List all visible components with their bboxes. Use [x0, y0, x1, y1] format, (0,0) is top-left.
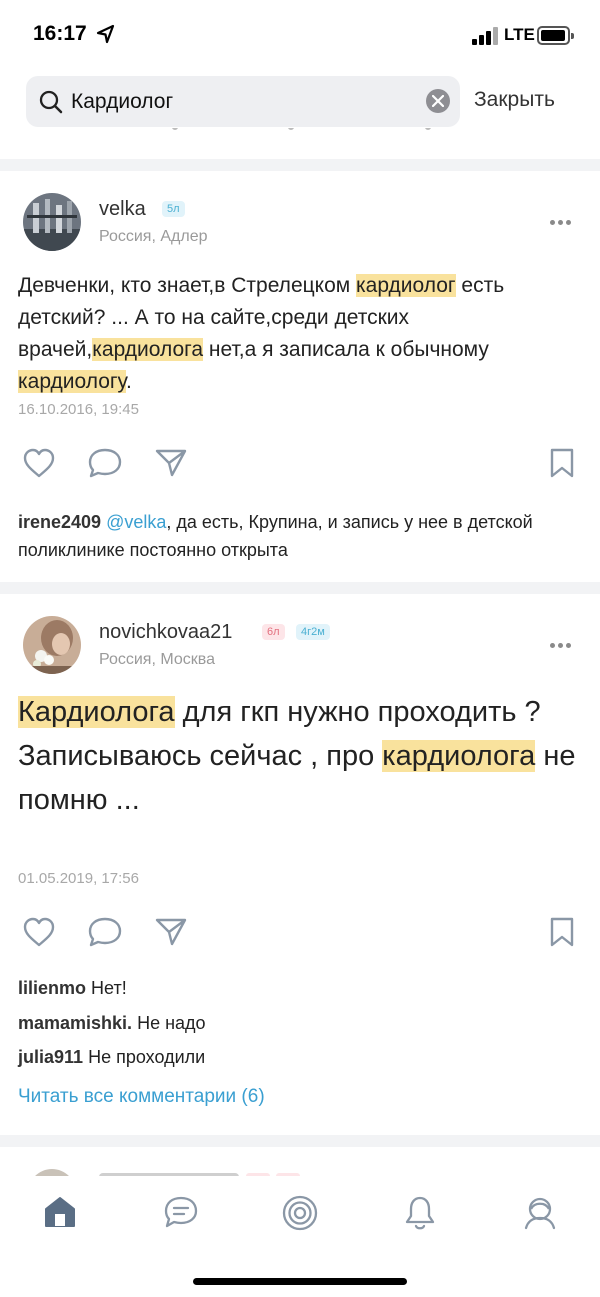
post-date: 01.05.2019, 17:56	[18, 870, 139, 887]
age-badge: 5л	[162, 201, 185, 217]
bell-icon[interactable]	[402, 1194, 438, 1232]
network-label: LTE	[504, 25, 535, 44]
comment-mention[interactable]: @velka	[106, 512, 166, 532]
post-card: novichkovaa21 6л 4г2м Россия, Москва Кар…	[0, 594, 600, 1134]
scrolled-content-edge	[0, 128, 600, 136]
post-username[interactable]: velka	[99, 198, 146, 221]
post-text-line: Записываюсь сейчас , про кардиолога не п…	[18, 734, 588, 822]
comment-author[interactable]: mamamishki.	[18, 1013, 132, 1033]
search-icon	[39, 90, 63, 114]
search-highlight: кардиолога	[382, 740, 536, 772]
post-text: Девченки, кто знает,в Стрелецком кардиол…	[18, 270, 588, 398]
home-indicator	[193, 1278, 407, 1285]
avatar[interactable]	[23, 616, 81, 674]
like-icon[interactable]	[22, 447, 56, 479]
post-card: velka 5л Россия, Адлер Девченки, кто зна…	[0, 171, 600, 581]
post-text-line: Кардиолога для гкп нужно проходить ?	[18, 690, 588, 734]
comment-text: Не проходили	[88, 1047, 206, 1067]
comment-text: Нет!	[91, 978, 127, 998]
comment-icon[interactable]	[87, 916, 123, 948]
comment-author[interactable]: irene2409	[18, 512, 101, 532]
tab-bar	[0, 1176, 600, 1297]
comment-author[interactable]: julia911	[18, 1047, 83, 1067]
search-highlight: кардиолога	[92, 338, 204, 361]
profile-icon[interactable]	[521, 1194, 559, 1232]
post-text-part: Девченки, кто знает,в Стрелецком	[18, 274, 357, 297]
comment: lilienmo Нет!	[18, 978, 127, 999]
separator	[0, 582, 600, 594]
location-arrow-icon	[96, 24, 115, 44]
comment: irene2409 @velka, да есть, Крупина, и за…	[18, 508, 588, 564]
share-icon[interactable]	[154, 916, 188, 948]
close-search-button[interactable]: Закрыть	[474, 88, 555, 112]
read-all-comments-link[interactable]: Читать все комментарии (6)	[18, 1086, 265, 1108]
bookmark-icon[interactable]	[548, 447, 576, 479]
signal-icon	[472, 27, 498, 45]
status-time: 16:17	[33, 22, 87, 45]
post-location: Россия, Адлер	[99, 228, 208, 245]
separator	[0, 159, 600, 171]
search-input[interactable]: Кардиолог	[26, 76, 460, 127]
share-icon[interactable]	[154, 447, 188, 479]
comment-text: Не надо	[137, 1013, 206, 1033]
post-date: 16.10.2016, 19:45	[18, 401, 139, 418]
clear-search-icon[interactable]	[426, 89, 450, 113]
battery-icon	[537, 26, 574, 45]
search-highlight: кардиолог	[356, 274, 456, 297]
separator	[0, 1135, 600, 1147]
search-highlight: кардиологу	[18, 370, 126, 393]
age-badge: 6л	[262, 624, 285, 640]
post-text-part: .	[125, 370, 132, 393]
post-username[interactable]: novichkovaa21	[99, 621, 232, 644]
next-post-peek	[0, 1147, 600, 1176]
status-bar: 16:17 LTE	[0, 0, 600, 70]
avatar[interactable]	[23, 193, 81, 251]
search-highlight: Кардиолога	[18, 696, 175, 728]
post-text: Кардиолога для гкп нужно проходить ? Запи…	[18, 690, 588, 822]
bookmark-icon[interactable]	[548, 916, 576, 948]
post-text-part: для гкп нужно проходить ?	[174, 696, 541, 728]
comment-author[interactable]: lilienmo	[18, 978, 86, 998]
target-icon[interactable]	[281, 1194, 319, 1232]
age-badge: 4г2м	[296, 624, 330, 640]
comment-icon[interactable]	[87, 447, 123, 479]
post-text-part: Записываюсь сейчас , про	[18, 740, 383, 772]
comment: julia911 Не проходили	[18, 1047, 205, 1068]
like-icon[interactable]	[22, 916, 56, 948]
chat-icon[interactable]	[162, 1194, 200, 1230]
search-query: Кардиолог	[71, 90, 174, 113]
home-icon[interactable]	[42, 1194, 78, 1230]
post-text-part: нет,а я записала к обычному	[203, 338, 489, 361]
comment: mamamishki. Не надо	[18, 1013, 206, 1034]
post-location: Россия, Москва	[99, 651, 215, 668]
